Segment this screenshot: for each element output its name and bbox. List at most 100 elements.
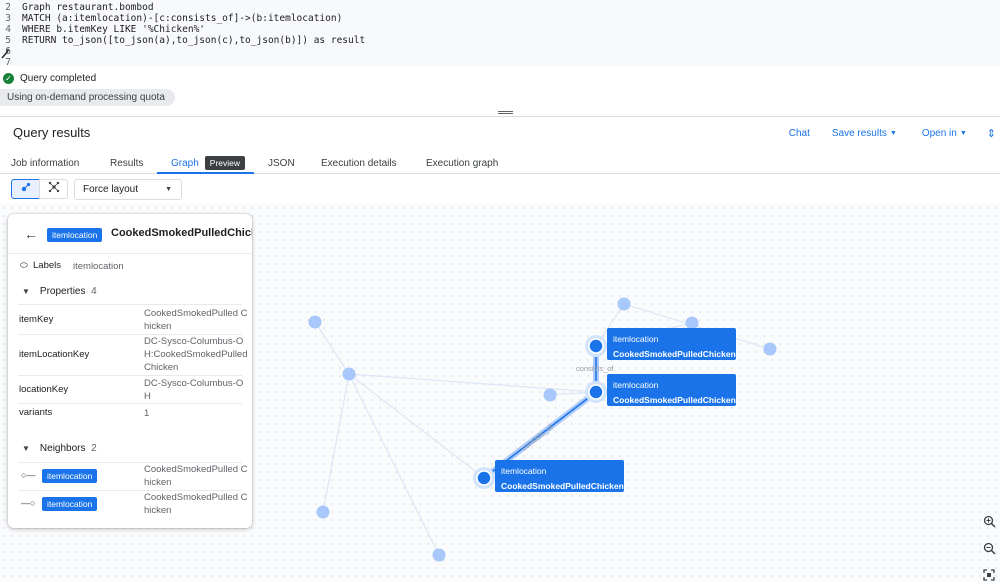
graph-edge xyxy=(348,373,440,556)
tab-execution-details[interactable]: Execution details xyxy=(321,152,397,174)
properties-count: 4 xyxy=(91,286,97,297)
schema-view-button[interactable] xyxy=(39,179,68,199)
code-line: 2 Graph restaurant.bombod xyxy=(0,2,154,13)
node-details-panel: ← itemlocation CookedSmokedPulledChicke … xyxy=(8,214,252,528)
node-label-card[interactable]: itemlocation CookedSmokedPulledChicken xyxy=(607,328,736,360)
tab-graph[interactable]: Graph Preview xyxy=(171,152,246,174)
graph-nodes-icon xyxy=(20,180,32,198)
tab-label: Execution details xyxy=(321,157,397,169)
label-tag-icon: ⬭ xyxy=(20,260,28,270)
property-row: variants 1 xyxy=(8,407,252,421)
caret-down-icon: ▼ xyxy=(165,186,172,193)
fit-screen-icon[interactable] xyxy=(982,568,996,582)
neighbor-type-chip: itemlocation xyxy=(42,497,98,511)
edge-label: consists_of xyxy=(520,422,556,453)
quota-badge: Using on-demand processing quota xyxy=(0,89,175,106)
property-key: itemLocationKey xyxy=(19,349,90,360)
code-text: MATCH (a:itemlocation)-[c:consists_of]->… xyxy=(22,13,343,24)
graph-node xyxy=(342,367,356,381)
property-row: itemLocationKey DC-Sysco-Columbus-OH:Coo… xyxy=(8,335,252,375)
chevron-down-icon: ▼ xyxy=(22,444,30,453)
tab-execution-graph[interactable]: Execution graph xyxy=(426,152,498,174)
query-status: ✓ Query completed xyxy=(3,71,96,85)
zoom-out-icon[interactable] xyxy=(982,541,996,555)
labels-heading: Labels xyxy=(33,260,61,271)
magic-wand-icon[interactable] xyxy=(1,47,11,59)
outgoing-edge-icon: ○— xyxy=(21,470,36,480)
chat-button[interactable]: Chat xyxy=(789,128,810,139)
tab-results[interactable]: Results xyxy=(110,152,143,174)
panel-divider xyxy=(0,116,1000,117)
caret-down-icon: ▼ xyxy=(959,129,967,137)
neighbor-value: CookedSmokedPulled Chicken xyxy=(144,492,248,516)
active-tab-indicator xyxy=(157,172,254,174)
graph-edge xyxy=(348,373,485,479)
node-type-label: itemlocation xyxy=(613,334,659,344)
expand-collapse-icon[interactable]: ⇕ xyxy=(987,127,996,140)
tab-label: Graph xyxy=(171,157,199,169)
properties-heading: Properties xyxy=(39,286,86,297)
line-number: 3 xyxy=(5,13,11,24)
graph-node xyxy=(316,505,330,519)
node-key-label: CookedSmokedPulledChicken xyxy=(613,395,736,405)
open-in-button[interactable]: Open in ▼ xyxy=(922,128,967,139)
node-label-card[interactable]: itemlocation CookedSmokedPulledChicken xyxy=(495,460,624,492)
save-results-label: Save results xyxy=(831,127,887,139)
properties-section-toggle[interactable]: ▼ Properties 4 xyxy=(22,286,97,297)
network-hub-icon xyxy=(48,180,60,198)
tab-label: Execution graph xyxy=(426,157,499,169)
property-key: locationKey xyxy=(19,384,69,395)
divider xyxy=(18,304,242,305)
property-value: DC-Sysco-Columbus-OH:CookedSmokedPulledC… xyxy=(144,336,248,373)
panel-header: ← itemlocation CookedSmokedPulledChicke xyxy=(8,214,252,254)
save-results-button[interactable]: Save results ▼ xyxy=(832,128,897,139)
graph-node xyxy=(308,315,322,329)
line-number: 4 xyxy=(5,24,11,35)
graph-node xyxy=(543,388,557,402)
graph-view-button[interactable] xyxy=(11,179,40,199)
caret-down-icon: ▼ xyxy=(889,129,897,137)
property-value: CookedSmokedPulled Chicken xyxy=(144,308,248,332)
code-text: WHERE b.itemKey LIKE '%Chicken%' xyxy=(22,24,206,35)
neighbor-row[interactable]: —○ itemlocation CookedSmokedPulled Chick… xyxy=(8,491,252,518)
graph-node-active[interactable] xyxy=(588,384,604,400)
labels-value: itemlocation xyxy=(73,261,124,272)
property-value: 1 xyxy=(144,408,150,419)
neighbor-type-chip: itemlocation xyxy=(42,469,98,483)
node-label-card[interactable]: itemlocation CookedSmokedPulledChicken xyxy=(607,374,736,406)
panel-title: CookedSmokedPulledChicke xyxy=(111,227,252,239)
divider xyxy=(18,403,242,404)
layout-select[interactable]: Force layout ▼ xyxy=(74,179,182,200)
node-type-label: itemlocation xyxy=(501,466,547,476)
line-number: 5 xyxy=(5,35,11,46)
property-row: locationKey DC-Sysco-Columbus-OH xyxy=(8,377,252,403)
neighbors-section-toggle[interactable]: ▼ Neighbors 2 xyxy=(22,443,97,454)
neighbors-count: 2 xyxy=(91,443,97,454)
graph-edge xyxy=(348,373,597,393)
graph-node-active[interactable] xyxy=(588,338,604,354)
tab-json[interactable]: JSON xyxy=(268,152,295,174)
graph-edge xyxy=(314,321,350,375)
edge-label: consists_of xyxy=(576,364,614,373)
property-key: itemKey xyxy=(19,314,54,325)
property-key: variants xyxy=(19,407,53,418)
status-text: Query completed xyxy=(20,72,97,84)
graph-node xyxy=(432,548,446,562)
results-title: Query results xyxy=(13,125,91,140)
layout-select-value: Force layout xyxy=(83,184,139,195)
results-actions: Chat Save results ▼ Open in ▼ ⇕ xyxy=(789,124,1000,142)
neighbor-row[interactable]: ○— itemlocation CookedSmokedPulled Chick… xyxy=(8,463,252,490)
graph-node-active[interactable] xyxy=(476,470,492,486)
code-text: Graph restaurant.bombod xyxy=(22,2,154,13)
resize-handle[interactable] xyxy=(498,111,513,114)
results-tabs: Job information Results Graph Preview JSO… xyxy=(0,152,1000,174)
query-editor[interactable]: 2 Graph restaurant.bombod 3 MATCH (a:iteml… xyxy=(0,0,1000,68)
line-number: 2 xyxy=(5,2,11,13)
node-key-label: CookedSmokedPulledChicken xyxy=(613,349,736,359)
back-arrow-icon[interactable]: ← xyxy=(24,226,38,242)
incoming-edge-icon: —○ xyxy=(21,498,36,508)
tab-job-information[interactable]: Job information xyxy=(11,152,79,174)
zoom-in-icon[interactable] xyxy=(982,514,996,528)
code-text: RETURN to_json([to_json(a),to_json(c),to… xyxy=(22,35,366,46)
node-type-chip: itemlocation xyxy=(47,228,103,242)
